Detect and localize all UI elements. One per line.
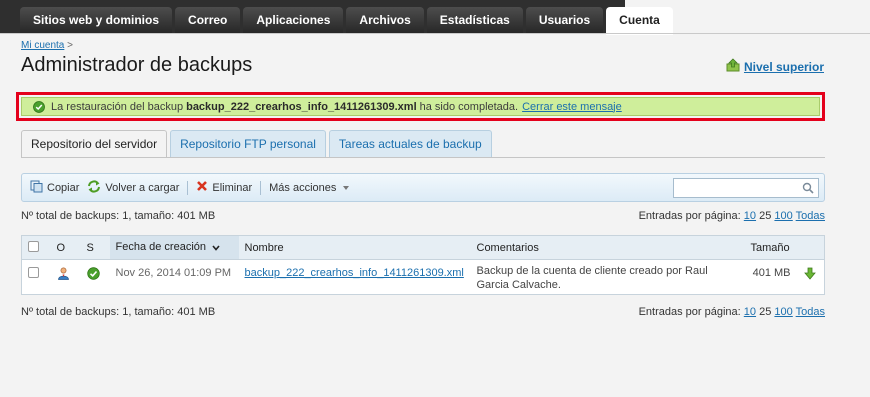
repository-tabs: Repositorio del servidor Repositorio FTP… [21,130,492,158]
close-message-link[interactable]: Cerrar este mensaje [522,101,622,113]
tab-estadisticas[interactable]: Estadísticas [426,7,523,34]
header-creation-date[interactable]: Fecha de creación [109,235,239,260]
toolbar-separator [187,180,189,195]
refresh-icon [87,179,101,196]
pagination-top: Entradas por página: 10 25 100 Todas [639,210,825,222]
pager-option-25-current: 25 [759,210,772,222]
reload-label: Volver a cargar [105,181,180,194]
top-navigation: Sitios web y dominios Correo Aplicacione… [0,0,870,35]
pager-option-100[interactable]: 100 [774,306,792,318]
status-ok-icon [86,267,100,283]
pager-option-all[interactable]: Todas [796,210,825,222]
copy-label: Copiar [47,181,80,194]
sort-descending-icon [212,242,220,254]
nav-divider [0,33,870,34]
level-up-link[interactable]: Nivel superior [726,58,824,75]
success-message: La restauración del backup backup_222_cr… [21,97,820,116]
toolbar: Copiar Volver a cargar Eliminar Más acci… [21,173,825,202]
pager-label: Entradas por página: [638,210,741,222]
check-circle-icon [33,100,45,113]
row-name-cell: backup_222_crearhos_info_1411261309.xml [239,260,471,295]
table-header-row: O S Fecha de creación Nombre Comentarios… [21,235,825,260]
more-actions-label: Más acciones [269,181,337,194]
notice-file: backup_222_crearhos_info_1411261309.xml [186,100,417,113]
row-comment: Backup de la cuenta de cliente creado po… [476,265,708,291]
tab-backup-tasks[interactable]: Tareas actuales de backup [328,130,492,157]
row-checkbox[interactable] [28,267,39,278]
row-select-cell [22,260,51,295]
notice-prefix: La restauración del backup [51,100,184,113]
table-row: Nov 26, 2014 01:09 PM backup_222_crearho… [22,260,825,295]
header-creation-date-label: Fecha de creación [115,241,207,254]
delete-button[interactable]: Eliminar [196,180,252,195]
delete-x-icon [196,180,208,195]
backup-summary-top: Nº total de backups: 1, tamaño: 401 MB [21,210,216,222]
row-size-cell: 401 MB [745,260,825,295]
header-o[interactable]: O [50,235,81,260]
toolbar-separator [260,180,262,195]
notice-suffix: ha sido completada. [419,100,519,113]
download-icon[interactable] [803,267,816,283]
header-select-all [21,235,51,260]
folder-up-icon [726,58,740,75]
header-comments[interactable]: Comentarios [470,235,745,260]
header-size[interactable]: Tamaño [744,235,825,260]
search-icon[interactable] [802,182,814,197]
pager-option-10[interactable]: 10 [744,210,756,222]
breadcrumb: Mi cuenta > [21,40,73,51]
copy-button[interactable]: Copiar [30,180,79,196]
row-creation-date: Nov 26, 2014 01:09 PM [115,267,232,279]
backup-summary-bottom: Nº total de backups: 1, tamaño: 401 MB [21,306,216,318]
main-tabs: Sitios web y dominios Correo Aplicacione… [20,7,673,35]
user-icon [57,267,70,283]
copy-icon [30,180,43,196]
tabs-divider [21,157,825,158]
tab-ftp-repository[interactable]: Repositorio FTP personal [170,130,326,157]
pager-option-100[interactable]: 100 [774,210,792,222]
more-actions-dropdown[interactable]: Más acciones [269,181,350,194]
chevron-down-icon [343,185,350,190]
tab-correo[interactable]: Correo [175,7,241,34]
page-title: Administrador de backups [21,54,253,76]
breadcrumb-separator: > [67,40,73,51]
breadcrumb-mi-cuenta[interactable]: Mi cuenta [21,40,64,51]
delete-label: Eliminar [212,181,253,194]
tab-usuarios[interactable]: Usuarios [525,7,604,34]
tab-sitios-web[interactable]: Sitios web y dominios [20,7,173,34]
level-up-label: Nivel superior [743,59,824,74]
reload-button[interactable]: Volver a cargar [87,179,180,196]
select-all-checkbox[interactable] [28,240,39,252]
tab-archivos[interactable]: Archivos [346,7,424,34]
pagination-bottom: Entradas por página: 10 25 100 Todas [639,306,825,318]
row-status-cell [81,260,110,295]
pager-label: Entradas por página: [638,306,741,318]
success-notification: La restauración del backup backup_222_cr… [16,92,825,121]
search-box [673,178,819,198]
tab-cuenta[interactable]: Cuenta [606,7,673,35]
tab-aplicaciones[interactable]: Aplicaciones [243,7,344,34]
tab-server-repository[interactable]: Repositorio del servidor [21,130,168,158]
pager-option-25-current: 25 [759,306,772,318]
search-input[interactable] [674,179,798,197]
header-s[interactable]: S [80,235,110,260]
backup-file-link[interactable]: backup_222_crearhos_info_1411261309.xml [245,267,464,279]
header-name[interactable]: Nombre [238,235,471,260]
pager-option-all[interactable]: Todas [796,306,825,318]
backup-table: O S Fecha de creación Nombre Comentarios… [21,235,825,295]
row-owner-cell [51,260,81,295]
row-size: 401 MB [752,267,791,279]
pager-option-10[interactable]: 10 [744,306,756,318]
